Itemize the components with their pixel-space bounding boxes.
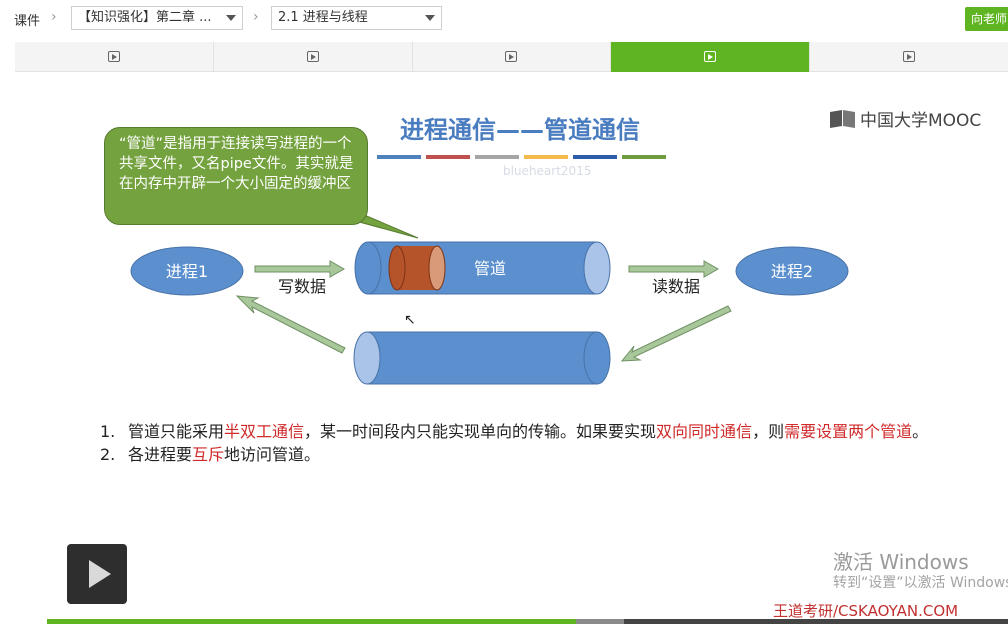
- note-text-part: ，则: [752, 422, 785, 441]
- activate-windows-subtitle: 转到“设置”以激活 Windows。: [833, 575, 1008, 591]
- top-bar: 课件 › 【知识强化】第二章 ... › 2.1 进程与线程 向老师: [0, 0, 1008, 38]
- brand-watermark: 王道考研/CSKAOYAN.COM: [773, 602, 959, 620]
- lesson-tab[interactable]: [413, 42, 612, 72]
- bottom-pipe: [353, 331, 611, 385]
- ask-teacher-button[interactable]: 向老师: [965, 7, 1008, 31]
- note-item: 2. 各进程要互斥地访问管道。: [100, 445, 960, 465]
- chapter-select-value: 【知识强化】第二章 ...: [78, 10, 212, 25]
- highlighted-text: 互斥: [192, 445, 225, 464]
- chevron-right-icon: ›: [253, 9, 259, 25]
- chapter-select[interactable]: 【知识强化】第二章 ...: [71, 6, 243, 30]
- highlighted-text: 半双工通信: [224, 422, 305, 441]
- play-button[interactable]: [67, 544, 127, 604]
- played-bar: [47, 619, 576, 624]
- video-icon: [505, 51, 518, 62]
- note-text-part: 。: [912, 422, 929, 441]
- highlighted-text: 双向同时通信: [656, 422, 753, 441]
- note-text-part: 地访问管道。: [224, 445, 321, 464]
- lesson-tab-active[interactable]: [611, 42, 811, 72]
- video-progress-bar[interactable]: [47, 619, 1008, 624]
- note-text-part: ，某一时间段内只能实现单向的传输。如果要实现: [304, 422, 657, 441]
- lesson-tab[interactable]: [214, 42, 413, 72]
- read-data-label: 读数据: [652, 277, 700, 296]
- note-text: 各进程要互斥地访问管道。: [128, 445, 960, 465]
- activate-windows-title: 激活 Windows: [833, 550, 969, 574]
- video-icon: [903, 51, 916, 62]
- note-text-part: 各进程要: [128, 445, 193, 464]
- arrow-read: [628, 260, 720, 278]
- pipe-label: 管道: [474, 259, 506, 278]
- chevron-down-icon: [226, 15, 236, 21]
- note-text-part: 管道只能采用: [128, 422, 225, 441]
- arrow-write: [254, 260, 346, 278]
- highlighted-text: 需要设置两个管道: [784, 422, 913, 441]
- note-number: 2.: [100, 445, 116, 464]
- mouse-cursor-icon: ↖: [404, 312, 416, 328]
- arrow-return-left: [235, 295, 346, 354]
- chevron-down-icon: [425, 15, 435, 21]
- courseware-label[interactable]: 课件: [14, 10, 40, 29]
- note-number: 1.: [100, 422, 116, 441]
- lesson-tab[interactable]: [810, 42, 1008, 72]
- video-slide[interactable]: 进程通信——管道通信 blueheart2015 中国大学MOOC 进程1 进程…: [0, 74, 1008, 620]
- process2-label: 进程2: [771, 262, 813, 281]
- note-item: 1. 管道只能采用半双工通信，某一时间段内只能实现单向的传输。如果要实现双向同时通…: [100, 422, 960, 442]
- chevron-right-icon: ›: [51, 9, 57, 25]
- pipe-definition-callout: “管道”是指用于连接读写进程的一个共享文件，又名pipe文件。其实就是在内存中开…: [104, 127, 368, 225]
- lesson-tab[interactable]: [15, 42, 214, 72]
- write-data-label: 写数据: [278, 277, 326, 296]
- video-icon: [107, 51, 120, 62]
- lesson-tabs: [15, 42, 1008, 72]
- video-icon: [306, 51, 319, 62]
- video-icon: [704, 51, 717, 62]
- section-select-value: 2.1 进程与线程: [278, 10, 368, 25]
- section-select[interactable]: 2.1 进程与线程: [271, 6, 442, 30]
- arrow-return-right: [620, 305, 732, 362]
- note-text: 管道只能采用半双工通信，某一时间段内只能实现单向的传输。如果要实现双向同时通信，…: [128, 422, 960, 442]
- process1-label: 进程1: [166, 262, 208, 281]
- notes-list: 1. 管道只能采用半双工通信，某一时间段内只能实现单向的传输。如果要实现双向同时通…: [100, 422, 960, 468]
